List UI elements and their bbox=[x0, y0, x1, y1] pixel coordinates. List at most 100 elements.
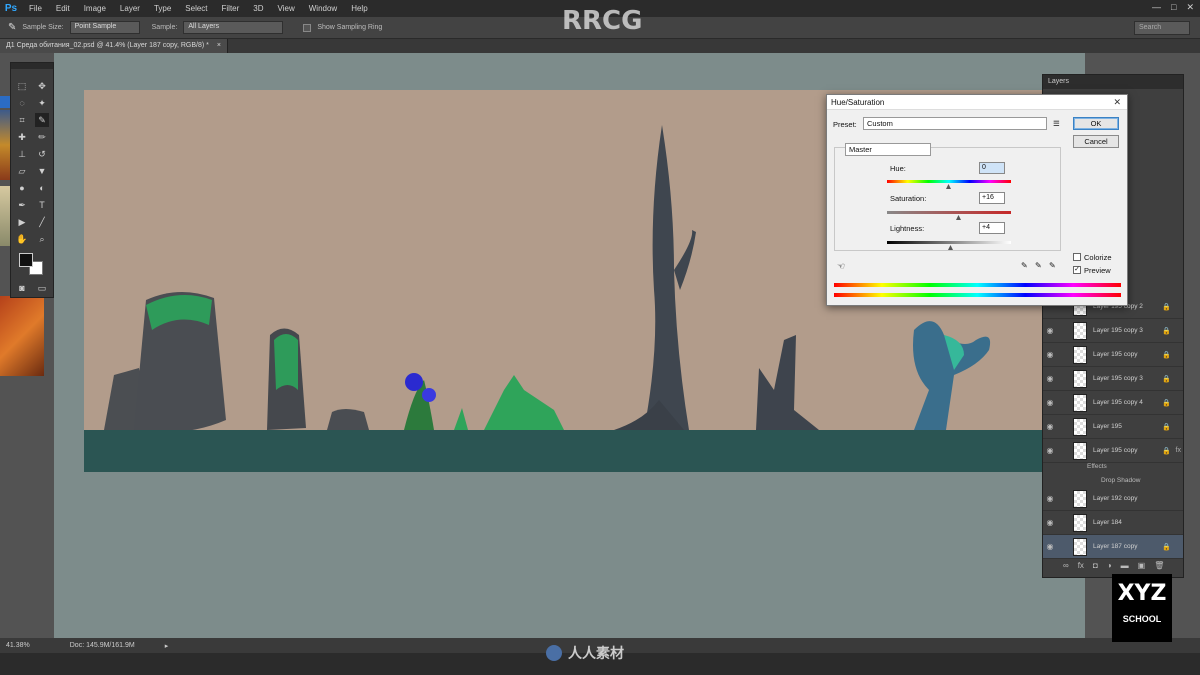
lightness-input[interactable]: +4 bbox=[979, 222, 1005, 234]
foreground-color-swatch[interactable] bbox=[19, 253, 33, 267]
pen-tool-icon[interactable]: ✒ bbox=[15, 198, 29, 212]
preview-checkbox[interactable]: ✓ bbox=[1073, 266, 1081, 274]
layer-row[interactable]: ◉ Layer 184 bbox=[1043, 511, 1183, 535]
layer-row[interactable]: ◉ Layer 192 copy bbox=[1043, 487, 1183, 511]
document-tab-close-icon[interactable]: × bbox=[217, 42, 221, 49]
layer-thumbnail[interactable] bbox=[1073, 369, 1087, 388]
visibility-eye-icon[interactable]: ◉ bbox=[1043, 374, 1057, 383]
menu-help[interactable]: Help bbox=[344, 4, 374, 13]
layer-name[interactable]: Layer 184 bbox=[1093, 519, 1122, 526]
history-brush-icon[interactable]: ↺ bbox=[35, 147, 49, 161]
layer-thumbnail[interactable] bbox=[1073, 345, 1087, 364]
lasso-tool-icon[interactable]: ◌ bbox=[15, 96, 29, 110]
eyedropper-subtract-icon[interactable]: ✎ bbox=[1049, 261, 1056, 270]
drop-shadow-label[interactable]: Drop Shadow bbox=[1101, 477, 1140, 484]
menu-3d[interactable]: 3D bbox=[246, 4, 270, 13]
preset-options-icon[interactable]: ☰ bbox=[1053, 119, 1060, 128]
type-tool-icon[interactable]: T bbox=[35, 198, 49, 212]
document-tab[interactable]: Д1 Среда обитания_02.psd @ 41.4% (Layer … bbox=[0, 39, 228, 53]
layer-row[interactable]: ◉ Layer 195 copy fx 🔒 bbox=[1043, 439, 1183, 463]
layer-thumbnail[interactable] bbox=[1073, 537, 1087, 556]
visibility-eye-icon[interactable]: ◉ bbox=[1043, 398, 1057, 407]
menu-layer[interactable]: Layer bbox=[113, 4, 147, 13]
targeted-adjustment-hand-icon[interactable]: ☜ bbox=[837, 261, 845, 272]
layer-thumbnail[interactable] bbox=[1073, 513, 1087, 532]
minimize-button[interactable]: — bbox=[1152, 2, 1161, 13]
blur-tool-icon[interactable]: ● bbox=[15, 181, 29, 195]
menu-edit[interactable]: Edit bbox=[49, 4, 77, 13]
layer-thumbnail[interactable] bbox=[1073, 321, 1087, 340]
quick-mask-icon[interactable]: ◙ bbox=[15, 281, 29, 295]
layer-row[interactable]: ◉ Layer 195 copy 4 🔒 bbox=[1043, 391, 1183, 415]
visibility-eye-icon[interactable]: ◉ bbox=[1043, 350, 1057, 359]
layer-name[interactable]: Layer 195 bbox=[1093, 423, 1122, 430]
layer-name[interactable]: Layer 192 copy bbox=[1093, 495, 1137, 502]
eyedropper-tool-icon[interactable]: ✎ bbox=[8, 22, 16, 33]
saturation-slider[interactable] bbox=[887, 211, 1011, 214]
line-tool-icon[interactable]: ╱ bbox=[35, 215, 49, 229]
move-tool-icon[interactable]: ✥ bbox=[35, 79, 49, 93]
layer-name[interactable]: Layer 195 copy 3 bbox=[1093, 375, 1143, 382]
layer-name[interactable]: Layer 187 copy bbox=[1093, 543, 1137, 550]
menu-image[interactable]: Image bbox=[77, 4, 113, 13]
layer-name[interactable]: Layer 195 copy 3 bbox=[1093, 327, 1143, 334]
layer-style-icon[interactable]: fx bbox=[1078, 561, 1084, 570]
marquee-tool-icon[interactable]: ⬚ bbox=[15, 79, 29, 93]
menu-type[interactable]: Type bbox=[147, 4, 178, 13]
search-field[interactable]: Search bbox=[1134, 21, 1190, 35]
healing-brush-icon[interactable]: ✚ bbox=[15, 130, 29, 144]
eraser-tool-icon[interactable]: ▱ bbox=[15, 164, 29, 178]
hue-slider[interactable] bbox=[887, 180, 1011, 183]
lightness-slider[interactable] bbox=[887, 241, 1011, 244]
show-sampling-ring-checkbox[interactable] bbox=[303, 23, 312, 32]
visibility-eye-icon[interactable]: ◉ bbox=[1043, 518, 1057, 527]
eyedropper-sample-icon[interactable]: ✎ bbox=[1021, 261, 1028, 270]
visibility-eye-icon[interactable]: ◉ bbox=[1043, 494, 1057, 503]
menu-view[interactable]: View bbox=[271, 4, 302, 13]
layer-mask-icon[interactable]: ◘ bbox=[1093, 561, 1098, 570]
zoom-tool-icon[interactable]: ⌕ bbox=[35, 232, 49, 246]
layer-thumbnail[interactable] bbox=[1073, 441, 1087, 460]
eyedropper-icon[interactable]: ✎ bbox=[35, 113, 49, 127]
sample-size-select[interactable]: Point Sample bbox=[69, 21, 140, 34]
close-button[interactable]: ✕ bbox=[1186, 2, 1194, 13]
layer-fx-icon[interactable]: fx bbox=[1176, 447, 1181, 454]
preset-select[interactable]: Custom bbox=[863, 117, 1047, 130]
layers-panel-title[interactable]: Layers bbox=[1043, 75, 1183, 89]
magic-wand-icon[interactable]: ✦ bbox=[35, 96, 49, 110]
colorize-checkbox[interactable] bbox=[1073, 253, 1081, 261]
hand-tool-icon[interactable]: ✋ bbox=[15, 232, 29, 246]
menu-file[interactable]: File bbox=[22, 4, 49, 13]
adjustment-layer-icon[interactable]: ◑ bbox=[1107, 561, 1112, 570]
menu-filter[interactable]: Filter bbox=[215, 4, 247, 13]
layer-name[interactable]: Layer 195 copy bbox=[1093, 351, 1137, 358]
maximize-button[interactable]: □ bbox=[1171, 2, 1176, 13]
ok-button[interactable]: OK bbox=[1073, 117, 1119, 130]
sample-select[interactable]: All Layers bbox=[183, 21, 284, 34]
saturation-input[interactable]: +16 bbox=[979, 192, 1005, 204]
dodge-tool-icon[interactable]: ◐ bbox=[35, 181, 49, 195]
new-layer-icon[interactable]: ▣ bbox=[1138, 561, 1146, 570]
hue-input[interactable]: 0 bbox=[979, 162, 1005, 174]
layer-row[interactable]: ◉ Layer 195 🔒 bbox=[1043, 415, 1183, 439]
cancel-button[interactable]: Cancel bbox=[1073, 135, 1119, 148]
channel-select[interactable]: Master bbox=[845, 143, 931, 156]
tools-panel-header[interactable] bbox=[11, 63, 53, 69]
layer-thumbnail[interactable] bbox=[1073, 417, 1087, 436]
layer-row[interactable]: ◉ Layer 195 copy 3 🔒 bbox=[1043, 319, 1183, 343]
visibility-eye-icon[interactable]: ◉ bbox=[1043, 446, 1057, 455]
path-selection-icon[interactable]: ▶ bbox=[15, 215, 29, 229]
layer-row[interactable]: ◉ Layer 195 copy 3 🔒 bbox=[1043, 367, 1183, 391]
layer-thumbnail[interactable] bbox=[1073, 489, 1087, 508]
screen-mode-icon[interactable]: ▭ bbox=[35, 281, 49, 295]
brush-tool-icon[interactable]: ✏ bbox=[35, 130, 49, 144]
menu-select[interactable]: Select bbox=[178, 4, 214, 13]
visibility-eye-icon[interactable]: ◉ bbox=[1043, 326, 1057, 335]
layer-row[interactable]: ◉ Layer 187 copy 🔒 bbox=[1043, 535, 1183, 559]
visibility-eye-icon[interactable]: ◉ bbox=[1043, 422, 1057, 431]
dialog-close-icon[interactable]: ✕ bbox=[1113, 97, 1121, 108]
visibility-eye-icon[interactable]: ◉ bbox=[1043, 542, 1057, 551]
layer-row[interactable]: ◉ Layer 195 copy 🔒 bbox=[1043, 343, 1183, 367]
layer-name[interactable]: Layer 195 copy 4 bbox=[1093, 399, 1143, 406]
crop-tool-icon[interactable]: ⌗ bbox=[15, 113, 29, 127]
